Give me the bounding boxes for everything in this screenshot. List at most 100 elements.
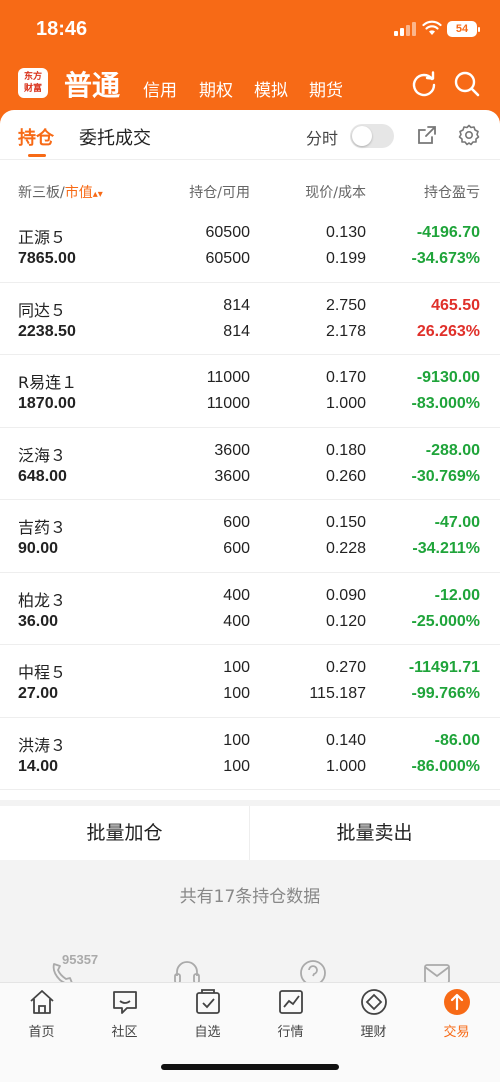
market-value: 1870.00 xyxy=(18,395,76,412)
tab-market[interactable]: 行情 xyxy=(249,987,332,1040)
batch-actions: 批量加仓 批量卖出 xyxy=(0,800,500,860)
share-icon[interactable] xyxy=(416,124,438,146)
signal-icon xyxy=(394,22,416,36)
position-pnl-pct: -99.766% xyxy=(411,685,481,702)
available-qty: 400 xyxy=(223,612,250,630)
feedback-icon[interactable] xyxy=(422,958,452,985)
cost-price: 115.187 xyxy=(309,685,366,702)
table-row[interactable]: 吉药３ 90.00 600 600 0.150 0.228 -47.00 -34.211% xyxy=(0,500,500,573)
position-pnl-pct: -34.673% xyxy=(411,250,481,267)
tab-watchlist[interactable]: 自选 xyxy=(166,987,249,1040)
nav-tab-simulated[interactable]: 模拟 xyxy=(254,76,288,101)
current-price: 0.090 xyxy=(325,586,366,604)
nav-tab-normal[interactable]: 普通 xyxy=(64,64,120,104)
col-name[interactable]: 新三板/市值▴▾ xyxy=(18,182,103,202)
table-row[interactable]: 中程５ 27.00 100 100 0.270 115.187 -11491.71 -99.7… xyxy=(0,645,500,718)
table-row[interactable]: 洪涛３ 14.00 100 100 0.140 1.000 -86.00 -86.000% xyxy=(0,718,500,790)
trade-icon xyxy=(443,989,470,1015)
help-icon[interactable] xyxy=(298,958,328,985)
cost-price: 0.199 xyxy=(325,250,366,267)
nav-tab-futures[interactable]: 期货 xyxy=(309,76,343,101)
tab-wealth[interactable]: 理财 xyxy=(332,987,415,1040)
intraday-label: 分时 xyxy=(306,129,339,148)
cost-price: 2.178 xyxy=(325,322,366,340)
sub-tabs: 持仓 委托成交 分时 xyxy=(0,110,500,160)
cost-price: 1.000 xyxy=(325,757,366,775)
holdings-count: 共有17条持仓数据 xyxy=(179,887,321,907)
batch-sell-button[interactable]: 批量卖出 xyxy=(250,806,499,860)
watchlist-icon xyxy=(195,989,220,1014)
col-market-value-sort[interactable]: 市值 xyxy=(65,185,93,201)
service-row: 95357 xyxy=(0,950,500,985)
available-qty: 100 xyxy=(223,757,250,775)
col-pnl: 持仓盈亏 xyxy=(424,185,480,201)
position-qty: 600 xyxy=(223,514,250,531)
tab-trade[interactable]: 交易 xyxy=(415,987,498,1040)
tab-positions[interactable]: 持仓 xyxy=(18,124,54,150)
table-row[interactable]: 正源５ 7865.00 60500 60500 0.130 0.199 -4196.70 -3… xyxy=(0,210,500,283)
stock-name: 洪涛３ xyxy=(18,735,67,755)
nav-tab-credit[interactable]: 信用 xyxy=(143,76,177,101)
position-pnl-pct: -83.000% xyxy=(411,395,481,412)
position-pnl: -9130.00 xyxy=(416,369,480,386)
position-qty: 100 xyxy=(223,659,250,676)
current-price: 0.170 xyxy=(325,369,366,386)
market-value: 648.00 xyxy=(18,467,67,485)
batch-add-button[interactable]: 批量加仓 xyxy=(0,806,249,860)
table-row[interactable]: 柏龙３ 36.00 400 400 0.090 0.120 -12.00 -25.000% xyxy=(0,573,500,645)
market-value: 90.00 xyxy=(18,540,59,557)
nav-tab-options[interactable]: 期权 xyxy=(199,76,233,101)
position-pnl: -47.00 xyxy=(434,514,480,531)
position-qty: 11000 xyxy=(206,369,250,386)
column-headers: 新三板/市值▴▾ 持仓/可用 现价/成本 持仓盈亏 xyxy=(0,176,500,206)
tab-label: 理财 xyxy=(360,1025,387,1040)
position-pnl-pct: -25.000% xyxy=(411,612,481,630)
tab-home[interactable]: 首页 xyxy=(0,987,83,1040)
position-pnl-pct: -34.211% xyxy=(412,540,480,557)
tab-orders[interactable]: 委托成交 xyxy=(79,124,151,150)
stock-name: 柏龙３ xyxy=(18,590,67,610)
holdings-panel: 持仓 委托成交 分时 新三板/市值▴▾ 持仓/可用 现价/成本 持仓盈亏 正源５… xyxy=(0,110,500,800)
col-qty: 持仓/可用 xyxy=(189,185,250,201)
refresh-icon[interactable] xyxy=(410,70,438,98)
stock-name: 中程５ xyxy=(18,663,67,682)
available-qty: 3600 xyxy=(214,467,250,485)
settings-icon[interactable] xyxy=(458,124,480,146)
customer-service-icon[interactable] xyxy=(172,958,202,985)
col-price: 现价/成本 xyxy=(305,185,366,201)
table-row[interactable]: R易连１ 1870.00 11000 11000 0.170 1.000 -9130.00 -… xyxy=(0,355,500,428)
intraday-toggle[interactable] xyxy=(350,124,394,148)
stock-name: 泛海３ xyxy=(18,445,67,465)
sort-icon[interactable]: ▴▾ xyxy=(93,189,103,200)
available-qty: 11000 xyxy=(206,395,250,412)
col-name-label: 新三板/ xyxy=(18,185,65,201)
search-icon[interactable] xyxy=(453,70,481,98)
position-pnl-pct: -86.000% xyxy=(411,757,481,775)
home-indicator[interactable] xyxy=(161,1064,339,1070)
battery-indicator: 54 xyxy=(447,21,480,37)
wifi-icon xyxy=(422,20,442,35)
tab-community[interactable]: 社区 xyxy=(83,987,166,1040)
position-pnl: -11491.71 xyxy=(408,659,480,676)
phone-icon[interactable] xyxy=(48,958,78,985)
available-qty: 60500 xyxy=(205,250,251,267)
table-row[interactable]: 泛海３ 648.00 3600 3600 0.180 0.260 -288.00 -30.76… xyxy=(0,428,500,500)
status-time: 18:46 xyxy=(36,18,88,40)
stock-name: 正源５ xyxy=(18,228,67,247)
position-qty: 100 xyxy=(223,731,250,749)
position-pnl: -12.00 xyxy=(434,586,480,604)
current-price: 0.150 xyxy=(325,514,366,531)
table-row[interactable]: 同达５ 2238.50 814 814 2.750 2.178 465.50 26.263% xyxy=(0,283,500,355)
stock-name: R易连１ xyxy=(18,373,78,392)
home-icon xyxy=(29,990,54,1014)
cost-price: 0.120 xyxy=(325,612,366,630)
tab-label: 首页 xyxy=(28,1025,55,1040)
current-price: 0.270 xyxy=(325,659,366,676)
cost-price: 0.260 xyxy=(325,467,366,485)
current-price: 0.180 xyxy=(325,441,366,459)
top-nav: 东方 财富 普通 信用 期权 模拟 期货 xyxy=(0,60,500,110)
active-tab-indicator xyxy=(28,154,46,157)
available-qty: 100 xyxy=(223,685,250,702)
holdings-list: 正源５ 7865.00 60500 60500 0.130 0.199 -4196.70 -3… xyxy=(0,210,500,790)
position-qty: 60500 xyxy=(205,224,251,241)
